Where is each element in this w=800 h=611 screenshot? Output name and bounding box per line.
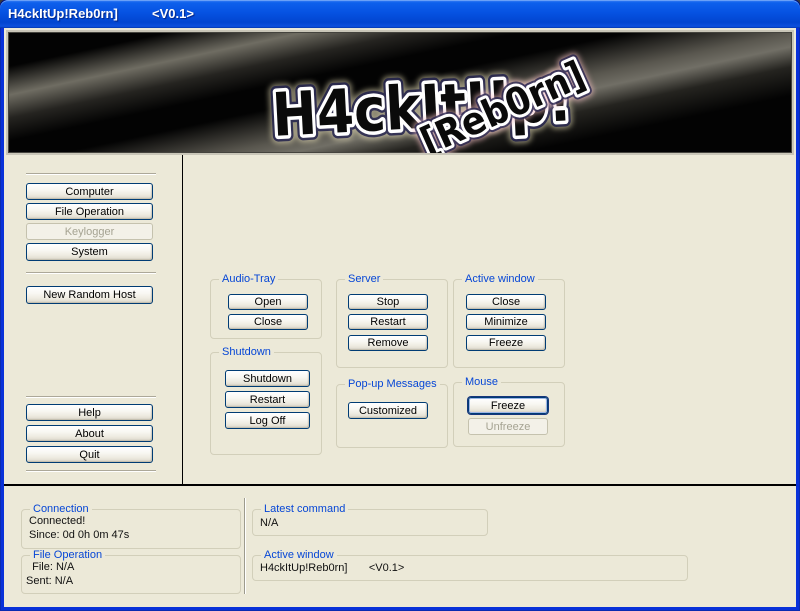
file-operation-file-text: File: N/A	[26, 561, 75, 573]
group-connection-title: Connection	[30, 503, 92, 515]
active-window-minimize-button[interactable]: Minimize	[466, 314, 546, 330]
logo-graphic: H4ckItUp! H4ckItUp! H4ckItUp! [Reb0rn] […	[262, 46, 598, 153]
active-window-close-button[interactable]: Close	[466, 294, 546, 310]
main-status-divider	[4, 484, 796, 486]
group-latest-command: Latest command	[252, 503, 488, 536]
about-button[interactable]: About	[26, 425, 153, 442]
titlebar[interactable]: H4ckItUp!Reb0rn] <V0.1>	[0, 0, 800, 28]
mouse-freeze-button[interactable]: Freeze	[468, 397, 548, 414]
server-restart-button[interactable]: Restart	[348, 314, 428, 330]
audio-tray-open-button[interactable]: Open	[228, 294, 308, 310]
group-file-operation-title: File Operation	[30, 549, 106, 561]
latest-command-value: N/A	[260, 517, 279, 529]
server-stop-button[interactable]: Stop	[348, 294, 428, 310]
active-window-freeze-button[interactable]: Freeze	[466, 335, 546, 351]
client-area: H4ckItUp! H4ckItUp! H4ckItUp! [Reb0rn] […	[4, 28, 796, 607]
shutdown-restart-button[interactable]: Restart	[225, 391, 310, 408]
connection-state-text: Connected!	[29, 515, 86, 527]
help-button[interactable]: Help	[26, 404, 153, 421]
mouse-unfreeze-button: Unfreeze	[468, 418, 548, 435]
group-latest-command-title: Latest command	[261, 503, 349, 515]
sidebar-item-file-operation[interactable]: File Operation	[26, 203, 153, 220]
connection-since-text: Since: 0d 0h 0m 47s	[29, 529, 130, 541]
group-active-window-status-title: Active window	[261, 549, 337, 561]
new-random-host-button[interactable]: New Random Host	[26, 286, 153, 304]
popup-customized-button[interactable]: Customized	[348, 402, 428, 419]
file-operation-sent-text: Sent: N/A	[26, 575, 74, 587]
app-window: H4ckItUp!Reb0rn] <V0.1> H4ckItUp! H4ckIt…	[0, 0, 800, 611]
group-active-window-title: Active window	[462, 273, 538, 285]
sidebar-separator-bottom	[26, 470, 156, 472]
active-window-status-value: H4ckItUp!Reb0rn] <V0.1>	[260, 562, 405, 574]
group-shutdown-title: Shutdown	[219, 346, 274, 358]
shutdown-logoff-button[interactable]: Log Off	[225, 412, 310, 429]
sidebar-item-keylogger: Keylogger	[26, 223, 153, 240]
window-version: <V0.1>	[152, 6, 194, 21]
server-remove-button[interactable]: Remove	[348, 335, 428, 351]
shutdown-shutdown-button[interactable]: Shutdown	[225, 370, 310, 387]
group-server-title: Server	[345, 273, 384, 285]
quit-button[interactable]: Quit	[26, 446, 153, 463]
banner-image: H4ckItUp! H4ckItUp! H4ckItUp! [Reb0rn] […	[6, 30, 794, 155]
sidebar-main-divider	[182, 155, 183, 484]
group-mouse-title: Mouse	[462, 376, 502, 388]
sidebar-separator-top	[26, 173, 156, 175]
sidebar-separator-mid	[26, 272, 156, 274]
window-title: H4ckItUp!Reb0rn]	[8, 6, 118, 21]
sidebar-item-computer[interactable]: Computer	[26, 183, 153, 200]
sidebar-separator-footer-top	[26, 396, 156, 398]
sidebar-item-system[interactable]: System	[26, 243, 153, 261]
status-column-divider	[244, 498, 246, 594]
group-mouse: Mouse	[453, 376, 565, 447]
audio-tray-close-button[interactable]: Close	[228, 314, 308, 330]
group-audio-tray-title: Audio-Tray	[219, 273, 279, 285]
group-popup-messages-title: Pop-up Messages	[345, 378, 440, 390]
